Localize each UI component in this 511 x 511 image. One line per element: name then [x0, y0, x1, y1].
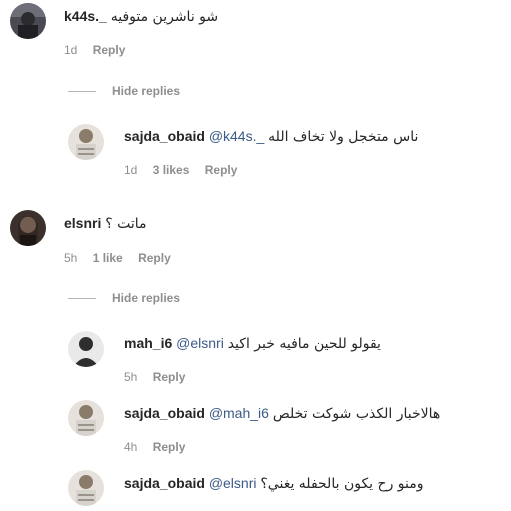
avatar[interactable]: [10, 210, 46, 246]
hide-replies-button[interactable]: Hide replies: [68, 84, 180, 98]
avatar-sajda-image: [68, 400, 104, 436]
comment-meta: 5h 1 like Reply: [64, 251, 183, 265]
comment-text: ماتت ؟: [105, 216, 147, 232]
comment-text: شو ناشرين متوفيه: [110, 9, 219, 25]
comment-line: sajda_obaid @elsnri ومنو رح يكون بالحفله…: [124, 474, 424, 493]
username[interactable]: k44s._: [64, 8, 107, 24]
reply-button[interactable]: Reply: [205, 163, 238, 177]
reply-button[interactable]: Reply: [138, 251, 171, 265]
username[interactable]: sajda_obaid: [124, 128, 205, 144]
username[interactable]: elsnri: [64, 215, 101, 231]
reply-button[interactable]: Reply: [93, 43, 126, 57]
timestamp: 5h: [64, 251, 78, 265]
comment-text: يقولو للحين مافيه خبر اكيد: [227, 336, 381, 352]
mention-link[interactable]: @elsnri: [176, 335, 224, 351]
avatar[interactable]: [10, 3, 46, 39]
comment-line: sajda_obaid @mah_i6 هالاخبار الكذب شوكت …: [124, 404, 440, 423]
comment-meta: 1d 3 likes Reply: [124, 163, 249, 177]
likes-count[interactable]: 1 like: [93, 251, 123, 265]
timestamp: 4h: [124, 440, 138, 454]
comment-text: هالاخبار الكذب شوكت تخلص: [272, 406, 441, 422]
reply-button[interactable]: Reply: [153, 440, 186, 454]
comment-text: ناس متخجل ولا تخاف الله: [268, 129, 419, 145]
likes-count[interactable]: 3 likes: [153, 163, 190, 177]
mention-link[interactable]: @k44s._: [209, 128, 264, 144]
hide-replies-button[interactable]: Hide replies: [68, 291, 180, 305]
comment-line: mah_i6 @elsnri يقولو للحين مافيه خبر اكي…: [124, 334, 381, 353]
divider: [68, 298, 96, 300]
timestamp: 1d: [64, 43, 78, 57]
avatar-sajda-image: [68, 470, 104, 506]
timestamp: 1d: [124, 163, 138, 177]
comment-line: sajda_obaid @k44s._ ناس متخجل ولا تخاف ا…: [124, 127, 418, 146]
avatar[interactable]: [68, 124, 104, 160]
avatar-mah-image: [68, 331, 104, 367]
username[interactable]: sajda_obaid: [124, 405, 205, 421]
comment-line: elsnri ماتت ؟: [64, 214, 147, 233]
avatar[interactable]: [68, 470, 104, 506]
avatar-elsnri-image: [10, 210, 46, 246]
mention-link[interactable]: @mah_i6: [209, 405, 269, 421]
comment-line: k44s._ شو ناشرين متوفيه: [64, 7, 218, 26]
avatar[interactable]: [68, 400, 104, 436]
avatar[interactable]: [68, 331, 104, 367]
avatar-k44s-image: [10, 3, 46, 39]
reply-button[interactable]: Reply: [153, 370, 186, 384]
comment-meta: 1d Reply: [64, 43, 137, 57]
username[interactable]: sajda_obaid: [124, 475, 205, 491]
avatar-sajda-image: [68, 124, 104, 160]
comment-meta: 4h Reply: [124, 440, 197, 454]
divider: [68, 91, 96, 93]
timestamp: 5h: [124, 370, 138, 384]
comment-meta: 5h Reply: [124, 370, 197, 384]
mention-link[interactable]: @elsnri: [209, 475, 257, 491]
username[interactable]: mah_i6: [124, 335, 172, 351]
comment-text: ومنو رح يكون بالحفله يغني؟: [260, 476, 424, 492]
